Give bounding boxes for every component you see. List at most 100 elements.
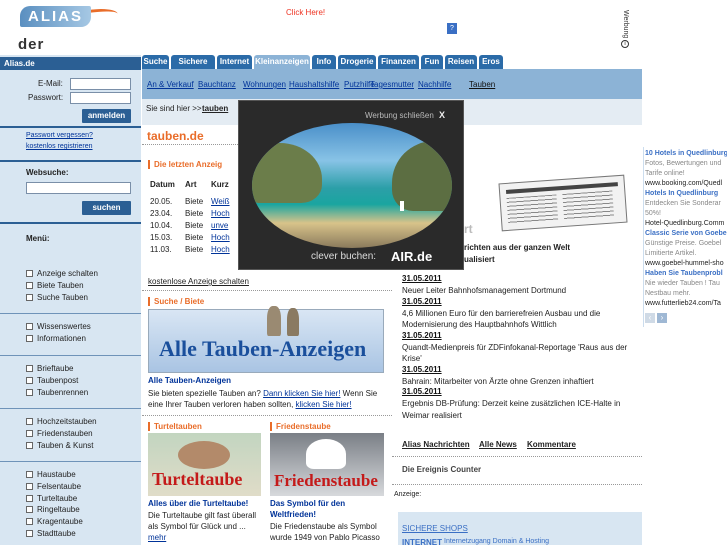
checkbox[interactable] [26,518,33,526]
tab-sichere-shops[interactable]: Sichere Shops [171,55,215,80]
checkbox[interactable] [26,293,33,301]
friedenstaube-link-2[interactable]: Weltfrieden! [270,510,316,519]
forgot-password-link[interactable]: Passwort vergessen? [26,132,93,139]
checkbox[interactable] [26,441,33,449]
ad-title[interactable]: 10 Hotels in Quedlinburg [645,150,727,157]
news-headline[interactable]: Bahrain: Mitarbeiter von Ärzte ohne Gren… [402,376,632,387]
tab-fun[interactable]: Fun [421,55,443,69]
tab-kleinanzeigen[interactable]: Kleinanzeigen [254,55,310,69]
alias-news-link[interactable]: Alias Nachrichten [402,440,470,449]
search-button[interactable]: suchen [82,201,131,215]
sichere-shops-link[interactable]: SICHERE SHOPS [402,524,468,533]
all-ads-link[interactable]: Alle Tauben-Anzeigen [148,376,231,385]
tab-internet[interactable]: Internet [217,55,252,69]
row-link[interactable]: Weiß [211,197,230,206]
subnav-link[interactable]: Tauben [469,80,495,89]
subnav-link[interactable]: An & Verkauf [147,80,194,89]
menu-item[interactable]: Friedenstauben [37,429,93,438]
checkbox[interactable] [26,418,33,425]
menu-item[interactable]: Biete Tauben [37,281,84,290]
menu-item[interactable]: Tauben & Kunst [37,441,93,450]
lost-link[interactable]: klicken Sie hier! [296,400,352,409]
all-news-link[interactable]: Alle News [479,440,517,449]
news-headline[interactable]: Neuer Leiter Bahnhofsmanagement Dortmund [402,285,632,296]
ad-url[interactable]: www.booking.com/Quedl [645,180,722,187]
checkbox[interactable] [26,429,33,437]
news-headline[interactable]: Weimar realisiert [402,410,632,421]
subnav-link[interactable]: Nachhilfe [418,80,451,89]
tab-suche[interactable]: Suche [142,55,169,69]
click-here-ad[interactable]: Click Here! [286,8,325,17]
checkbox[interactable] [26,365,33,372]
friedenstaube-link-1[interactable]: Das Symbol für den [270,499,345,508]
tab-info[interactable]: Info [312,55,336,69]
email-field[interactable] [70,78,131,90]
comments-link[interactable]: Kommentare [527,440,576,449]
turteltaube-image[interactable]: Turteltaube [148,433,261,496]
tab-drogerie[interactable]: Drogerie [338,55,376,69]
internet-link[interactable]: INTERNET [402,538,442,547]
menu-item[interactable]: Kragentaube [37,517,83,526]
news-headline[interactable]: Modernisierung des Hauptbahnhofs Wittlic… [402,319,632,330]
more-link[interactable]: mehr [148,533,166,542]
ad-url[interactable]: Hotel-Quedlinburg.Comm [645,220,724,227]
checkbox[interactable] [26,270,33,277]
offer-link[interactable]: Dann klicken Sie hier! [263,389,340,398]
register-link[interactable]: kostenlos registrieren [26,143,93,150]
breadcrumb-current[interactable]: tauben [202,104,228,113]
menu-item[interactable]: Stadttaube [37,529,76,538]
subnav-link[interactable]: Bauchtanz [198,80,236,89]
row-link[interactable]: unve [211,221,228,230]
checkbox[interactable] [26,334,33,342]
subnav-link[interactable]: Wohnungen [243,80,286,89]
turteltaube-link[interactable]: Alles über die Turteltaube! [148,499,248,508]
news-headline[interactable]: Ergebnis DB-Prüfung: Derzeit keine zusät… [402,398,632,409]
subnav-link[interactable]: Tagesmutter [370,80,414,89]
overlay-ad[interactable]: Werbung schließen X clever buchen: AIR.d… [238,100,464,270]
news-headline[interactable]: Quandt-Medienpreis für ZDFinfokanal-Repo… [402,342,632,353]
checkbox[interactable] [26,494,33,502]
tab-finanzen[interactable]: Finanzen [378,55,419,69]
row-link[interactable]: Hoch [211,233,230,242]
subnav-link[interactable]: Haushaltshilfe [289,80,339,89]
menu-item[interactable]: Wissenswertes [37,322,91,331]
news-headline[interactable]: 4,6 Millionen Euro für den barrierefreie… [402,308,632,319]
tauben-anzeigen-banner[interactable]: Alle Tauben-Anzeigen [148,306,384,373]
logo[interactable]: ALIAS der internetfuehrer [0,0,157,70]
close-icon[interactable]: X [439,110,445,120]
row-link[interactable]: Hoch [211,209,230,218]
friedenstaube-image[interactable]: Friedenstaube [270,433,384,496]
next-arrow-icon[interactable]: › [657,313,667,323]
ad-title[interactable]: Classic Serie von Goebel [645,230,727,237]
ad-title[interactable]: Hotels In Quedlinburg [645,190,718,197]
menu-item[interactable]: Hochzeitstauben [37,417,97,426]
checkbox[interactable] [26,376,33,384]
checkbox[interactable] [26,323,33,330]
info-icon[interactable]: i [621,40,629,48]
ad-title[interactable]: Haben Sie Taubenprobl [645,270,723,277]
checkbox[interactable] [26,471,33,478]
websearch-input[interactable] [26,182,131,194]
free-ad-link[interactable]: kostenlose Anzeige schalten [148,277,249,286]
menu-item[interactable]: Haustaube [37,470,76,479]
news-headline[interactable]: Krise' [402,353,632,364]
checkbox[interactable] [26,281,33,289]
login-button[interactable]: anmelden [82,109,131,123]
checkbox[interactable] [26,482,33,490]
ad-url[interactable]: www.goebel-hummel-sho [645,260,724,267]
menu-item[interactable]: Taubenpost [37,376,78,385]
menu-item[interactable]: Anzeige schalten [37,269,98,278]
question-icon[interactable]: ? [447,23,457,34]
password-field[interactable] [70,92,131,104]
tab-eros[interactable]: Eros [479,55,503,69]
overlay-close-label[interactable]: Werbung schließen [365,111,434,120]
ad-url[interactable]: www.futterlieb24.com/Ta [645,300,721,307]
checkbox[interactable] [26,506,33,514]
menu-item[interactable]: Brieftaube [37,364,73,373]
prev-arrow-icon[interactable]: ‹ [645,313,655,323]
menu-item[interactable]: Ringeltaube [37,505,80,514]
menu-item[interactable]: Taubenrennen [37,388,88,397]
menu-item[interactable]: Turteltaube [37,494,77,503]
menu-item[interactable]: Suche Tauben [37,293,88,302]
checkbox[interactable] [26,530,33,537]
